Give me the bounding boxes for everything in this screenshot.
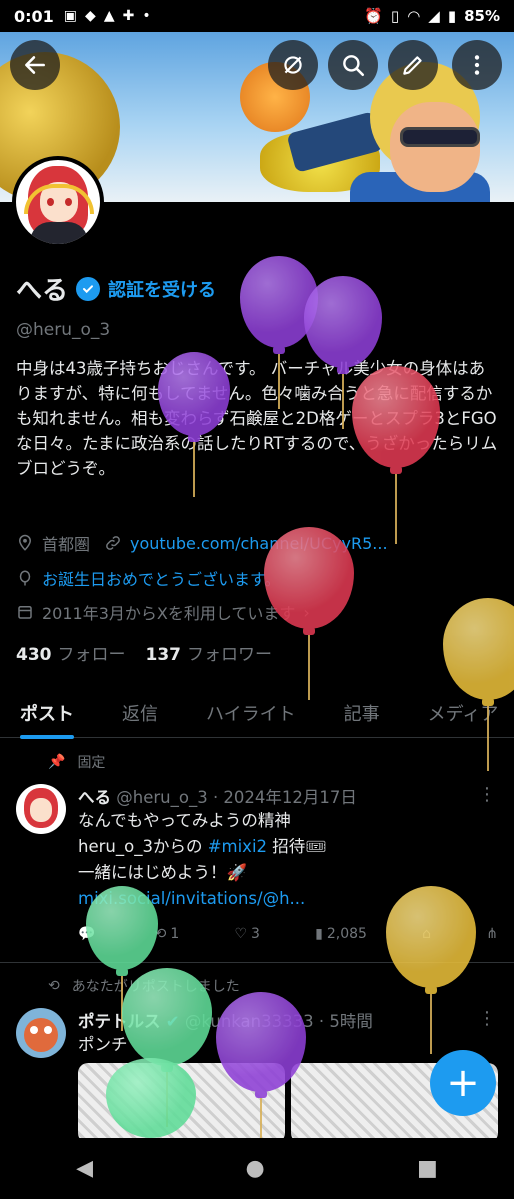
post-more-icon[interactable]: ⋮ xyxy=(478,784,496,805)
follow-stats: 430 フォロー 137 フォロワー xyxy=(16,640,272,665)
profile-name-row: へる 認証を受ける xyxy=(16,270,216,307)
balloon-icon xyxy=(16,569,34,587)
alarm-icon: ⏰ xyxy=(364,7,383,25)
post-text: ポンチ xyxy=(78,1035,128,1054)
battery-icon: ▮ xyxy=(447,7,457,25)
profile-handle: @heru_o_3 xyxy=(16,320,111,340)
birthday-balloon xyxy=(443,598,514,771)
dot-icon: • xyxy=(142,8,151,24)
post-more-icon[interactable]: ⋮ xyxy=(478,1008,496,1029)
grok-icon xyxy=(284,56,302,74)
signal-icon: ◢ xyxy=(428,7,440,25)
status-time: 0:01 xyxy=(14,6,54,26)
controller-icon: ✚ xyxy=(122,8,135,24)
post-author-name: へる xyxy=(78,788,111,807)
nav-home-button[interactable]: ● xyxy=(245,1156,264,1181)
birthday-balloon xyxy=(264,527,354,700)
wifi-icon: ◠ xyxy=(407,7,421,25)
views-button[interactable]: ▮ 2,085 xyxy=(315,926,367,942)
tab-posts[interactable]: ポスト xyxy=(20,690,74,739)
post-handle-date: @heru_o_3 · 2024年12月17日 xyxy=(116,788,357,807)
aeon-icon: ▲ xyxy=(103,8,115,24)
tab-replies[interactable]: 返信 xyxy=(122,690,158,737)
pencil-icon xyxy=(403,56,422,75)
compose-button[interactable]: + xyxy=(430,1050,496,1116)
following-link[interactable]: 430 フォロー xyxy=(16,640,126,665)
arrow-left-icon xyxy=(25,56,45,74)
location-icon xyxy=(16,534,34,552)
calendar-icon xyxy=(16,603,34,621)
share-icon: ⋔ xyxy=(486,926,498,942)
more-vertical-icon xyxy=(474,55,480,75)
search-button[interactable] xyxy=(328,40,378,90)
hashtag-link[interactable]: #mixi2 xyxy=(208,837,267,856)
profile-birthday-row: お誕生日おめでとうございます。 xyxy=(16,566,280,590)
plus-icon: + xyxy=(446,1060,480,1106)
post-header: へる @heru_o_3 · 2024年12月17日 xyxy=(78,784,357,808)
edit-button[interactable] xyxy=(388,40,438,90)
battery-percent: 85% xyxy=(464,7,500,25)
birthday-balloon xyxy=(106,1058,196,1138)
avatar[interactable] xyxy=(12,156,104,248)
status-bar: 0:01 ▣ ◆ ▲ ✚ • ⏰ ▯ ◠ ◢ ▮ 85% xyxy=(0,0,514,32)
system-nav-bar: ◀ ● ■ xyxy=(0,1138,514,1199)
views-icon: ▮ xyxy=(315,926,323,942)
back-button[interactable] xyxy=(10,40,60,90)
nav-recent-button[interactable]: ■ xyxy=(417,1156,438,1181)
pinned-label: 📌 固定 xyxy=(48,754,106,771)
profile-joined-date: 2011年3月からXを利用しています xyxy=(42,604,296,623)
pin-icon: 📌 xyxy=(48,754,66,770)
repost-button[interactable]: ⟲ 1 xyxy=(155,926,180,942)
search-icon xyxy=(343,55,365,77)
birthday-balloon xyxy=(352,366,440,544)
post-avatar[interactable] xyxy=(16,784,66,834)
profile-birthday: お誕生日おめでとうございます。 xyxy=(42,570,281,589)
game-icon: ◆ xyxy=(85,8,96,24)
birthday-balloon xyxy=(386,886,476,1054)
grok-button[interactable] xyxy=(268,40,318,90)
more-button[interactable] xyxy=(452,40,502,90)
get-verified-link[interactable]: 認証を受ける xyxy=(108,276,216,302)
heart-icon: ♡ xyxy=(234,926,248,942)
profile-location: 首都圏 xyxy=(42,535,91,554)
vibrate-icon: ▯ xyxy=(390,7,400,25)
nav-back-button[interactable]: ◀ xyxy=(76,1156,93,1181)
birthday-balloon xyxy=(158,352,230,497)
profile-tabs: ポスト 返信 ハイライト 記事 メディア xyxy=(0,690,514,739)
post-avatar[interactable] xyxy=(16,1008,66,1058)
repost-small-icon: ⟲ xyxy=(48,978,60,994)
share-button[interactable]: ⋔ xyxy=(486,926,498,942)
followers-link[interactable]: 137 フォロワー xyxy=(146,640,273,665)
like-button[interactable]: ♡ 3 xyxy=(234,926,259,942)
link-icon xyxy=(104,534,122,552)
profile-name: へる xyxy=(16,276,69,306)
birthday-balloon xyxy=(216,992,306,1138)
verified-badge-icon[interactable] xyxy=(76,276,101,301)
twitch-icon: ▣ xyxy=(63,8,78,24)
